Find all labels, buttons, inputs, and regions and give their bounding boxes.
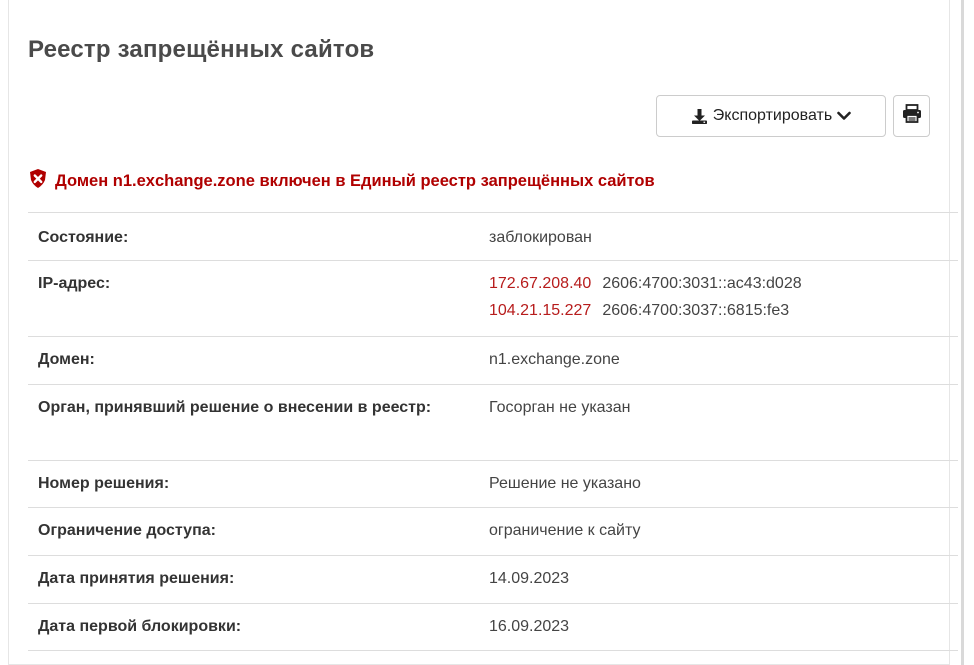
print-icon [902,104,922,128]
ip-entry: 172.67.208.40 2606:4700:3031::ac43:d028 [489,270,802,297]
first-block-date-value: 16.09.2023 [489,618,570,635]
table-row-decision-date: Дата принятия решения: 14.09.2023 [28,555,958,603]
ip-entry: 104.21.15.227 2606:4700:3037::6815:fe3 [489,297,802,324]
page-title: Реестр запрещённых сайтов [28,36,375,63]
decision-number-label: Номер решения: [38,475,170,492]
domain-label: Домен: [38,351,95,368]
decision-date-label: Дата принятия решения: [38,570,235,587]
table-row-domain: Домен: n1.exchange.zone [28,336,958,384]
restriction-value: ограничение к сайту [489,522,641,539]
scrollbar[interactable] [961,0,964,665]
ipv6-address: 2606:4700:3031::ac43:d028 [602,275,802,292]
first-block-date-label: Дата первой блокировки: [38,618,242,635]
status-value: заблокирован [489,229,592,246]
table-row-authority: Орган, принявший решение о внесении в ре… [28,384,958,460]
export-button-label: Экспортировать [712,107,833,124]
table-row-ip: IP-адрес: 172.67.208.40 2606:4700:3031::… [28,260,958,336]
table-row-restriction: Ограничение доступа: ограничение к сайту [28,507,958,555]
table-row-decision-number: Номер решения: Решение не указано [28,460,958,507]
status-label: Состояние: [38,229,129,246]
print-button[interactable] [893,95,930,137]
table-row-first-block-date: Дата первой блокировки: 16.09.2023 [28,603,958,651]
ip-list: 172.67.208.40 2606:4700:3031::ac43:d028 … [489,270,802,324]
domain-value: n1.exchange.zone [489,351,620,368]
authority-value: Госорган не указан [489,399,631,416]
export-button[interactable]: Экспортировать [656,95,886,137]
shield-icon [28,168,48,194]
table-row-status: Состояние: заблокирован [28,212,958,260]
ipv4-address[interactable]: 172.67.208.40 [489,270,591,297]
decision-date-value: 14.09.2023 [489,570,570,587]
download-icon [691,108,708,125]
alert-text: Домен n1.exchange.zone включен в Единый … [55,171,655,190]
ipv6-address: 2606:4700:3037::6815:fe3 [602,302,790,319]
chevron-down-icon [837,109,851,123]
blocked-alert: Домен n1.exchange.zone включен в Единый … [28,168,655,194]
ipv4-address[interactable]: 104.21.15.227 [489,297,591,324]
decision-number-value: Решение не указано [489,475,641,492]
details-table: Состояние: заблокирован IP-адрес: 172.67… [28,212,958,651]
ip-label: IP-адрес: [38,275,111,292]
restriction-label: Ограничение доступа: [38,522,216,539]
authority-label: Орган, принявший решение о внесении в ре… [38,399,432,416]
